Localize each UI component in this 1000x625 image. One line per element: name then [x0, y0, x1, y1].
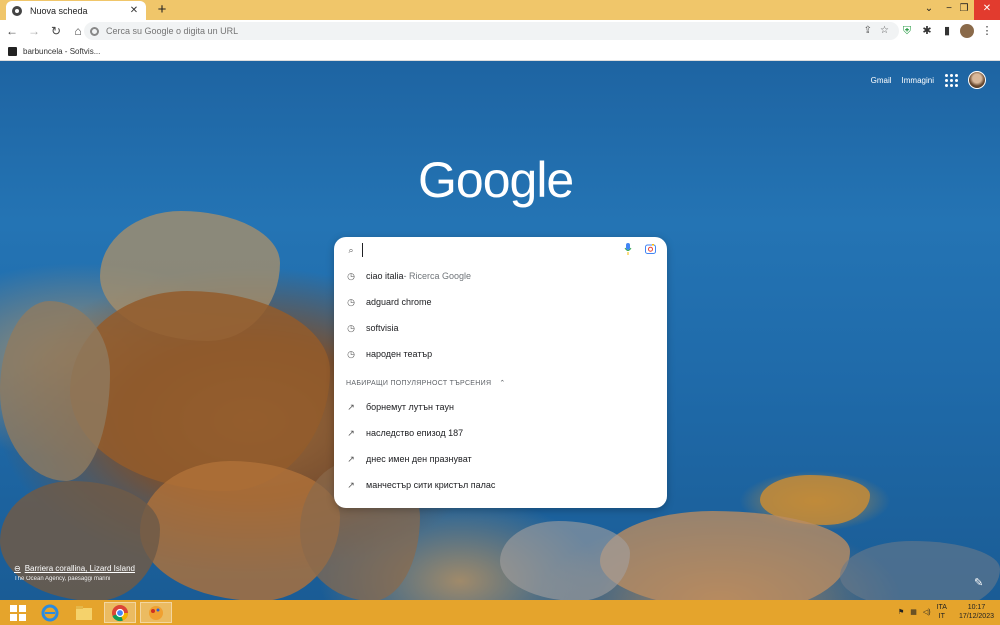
suggestion-text: softvisia — [366, 323, 399, 333]
microphone-icon[interactable] — [624, 243, 632, 255]
file-explorer-icon[interactable] — [68, 602, 100, 623]
system-tray: ⚑ ▦ ◁) ITA IT 10:17 17/12/2023 — [898, 603, 994, 621]
chevron-up-icon[interactable]: ⌃ — [499, 379, 505, 387]
bookmarks-bar: barbuncela - Softvis... — [0, 42, 1000, 61]
history-suggestion[interactable]: ◷ adguard chrome — [334, 289, 667, 315]
tab-search-button[interactable]: ⌄ — [919, 0, 939, 20]
side-panel-icon[interactable]: ▮ — [940, 24, 954, 38]
trending-suggestion[interactable]: ↗ наследство епизод 187 — [334, 420, 667, 446]
tab-close-button[interactable]: ✕ — [128, 5, 140, 16]
search-icon: ⌕ — [348, 244, 354, 255]
language-indicator[interactable]: ITA IT — [937, 603, 947, 621]
history-clock-icon: ◷ — [347, 270, 355, 281]
suggestion-text: ciao italia — [366, 271, 404, 281]
trending-header-label: НАБИРАЩИ ПОПУЛЯРНОСТ ТЪРСЕНИЯ — [346, 379, 492, 387]
suggestion-subtext: - Ricerca Google — [403, 271, 472, 281]
omnibox-input[interactable] — [106, 26, 706, 36]
tab-title: Nuova scheda — [30, 5, 88, 16]
share-icon[interactable]: ⇪ — [864, 25, 872, 37]
account-avatar[interactable] — [968, 71, 986, 89]
suggestion-text: борнемут лутън таун — [366, 402, 454, 412]
address-bar[interactable]: ⇪ ☆ — [84, 22, 899, 40]
customize-pencil-icon[interactable]: ✎ — [974, 576, 988, 590]
clock[interactable]: 10:17 17/12/2023 — [959, 603, 994, 621]
chrome-icon — [12, 5, 22, 16]
suggestion-text: наследство епизод 187 — [366, 428, 464, 438]
images-link[interactable]: Immagini — [902, 76, 934, 85]
history-clock-icon: ◷ — [347, 322, 355, 333]
search-input[interactable] — [362, 243, 612, 257]
trending-header[interactable]: НАБИРАЩИ ПОПУЛЯРНОСТ ТЪРСЕНИЯ ⌃ — [346, 379, 505, 388]
history-clock-icon: ◷ — [347, 348, 355, 359]
trending-suggestion[interactable]: ↗ манчестър сити кристъл палас — [334, 472, 667, 498]
tab-new-tab[interactable]: Nuova scheda ✕ — [6, 1, 146, 20]
forward-icon[interactable]: → — [24, 21, 44, 41]
google-lens-icon[interactable] — [645, 244, 656, 254]
google-g-icon — [90, 26, 99, 36]
attribution-credit: The Ocean Agency, paesaggi marini — [14, 576, 111, 582]
google-top-bar: Gmail Immagini — [871, 71, 986, 89]
suggestion-text: манчестър сити кристъл палас — [366, 480, 496, 490]
bookmark-favicon — [8, 46, 17, 56]
new-tab-button[interactable]: + — [154, 2, 170, 18]
maximize-button[interactable]: ❐ — [954, 0, 974, 20]
history-suggestion[interactable]: ◷ ciao italia - Ricerca Google — [334, 263, 667, 289]
trending-suggestion[interactable]: ↗ борнемут лутън таун — [334, 394, 667, 420]
paint-app-icon[interactable] — [140, 602, 172, 623]
volume-icon[interactable]: ◁) — [923, 608, 931, 616]
suggestion-text: adguard chrome — [366, 297, 432, 307]
background-attribution: ⊖ Barriera corallina, Lizard Island The … — [14, 564, 135, 582]
reload-icon[interactable]: ↻ — [46, 21, 66, 41]
trending-arrow-icon: ↗ — [347, 453, 355, 464]
extensions-puzzle-icon[interactable]: ✱ — [920, 24, 934, 38]
apps-grid-icon[interactable] — [944, 73, 958, 87]
back-icon[interactable]: ← — [2, 21, 22, 41]
toolbar-actions: ⛨ ✱ ▮ ⋮ — [900, 20, 1000, 42]
clock-time: 10:17 — [967, 604, 986, 611]
trending-suggestion[interactable]: ↗ днес имен ден празнуват — [334, 446, 667, 472]
gmail-link[interactable]: Gmail — [871, 76, 892, 85]
trending-arrow-icon: ↗ — [347, 479, 355, 490]
bookmark-item[interactable]: barbuncela - Softvis... — [23, 47, 100, 56]
google-logo: Google — [418, 152, 574, 208]
chrome-taskbar-icon[interactable] — [104, 602, 136, 623]
network-icon[interactable]: ▦ — [910, 608, 917, 616]
suggestion-text: народен театър — [366, 349, 433, 359]
menu-kebab-icon[interactable]: ⋮ — [980, 24, 994, 38]
bookmark-star-icon[interactable]: ☆ — [880, 25, 889, 37]
flag-icon[interactable]: ⚑ — [898, 608, 904, 616]
adguard-shield-icon[interactable]: ⛨ — [900, 24, 914, 38]
history-suggestion[interactable]: ◷ народен театър — [334, 341, 667, 367]
history-suggestion[interactable]: ◷ softvisia — [334, 315, 667, 341]
suggestion-text: днес имен ден празнуват — [366, 454, 472, 464]
search-box: ⌕ ◷ ciao italia - Ricerca Google ◷ adgua… — [334, 237, 667, 508]
clock-date: 17/12/2023 — [958, 613, 994, 620]
windows-start-icon[interactable] — [2, 602, 34, 623]
language-code: ITA — [936, 604, 947, 611]
trending-arrow-icon: ↗ — [347, 401, 355, 412]
link-icon: ⊖ — [14, 564, 21, 573]
history-clock-icon: ◷ — [347, 296, 355, 307]
keyboard-layout: IT — [938, 613, 945, 620]
profile-avatar[interactable] — [960, 24, 974, 38]
close-window-button[interactable]: ✕ — [974, 0, 1000, 20]
attribution-title[interactable]: Barriera corallina, Lizard Island — [25, 564, 135, 573]
browser-toolbar: ← → ↻ ⌂ ⇪ ☆ — [0, 20, 1000, 42]
windows-taskbar: ⚑ ▦ ◁) ITA IT 10:17 17/12/2023 — [0, 600, 1000, 625]
internet-explorer-icon[interactable] — [34, 602, 66, 623]
tab-strip: Nuova scheda ✕ + ⌄ − ❐ ✕ — [0, 0, 1000, 20]
trending-arrow-icon: ↗ — [347, 427, 355, 438]
